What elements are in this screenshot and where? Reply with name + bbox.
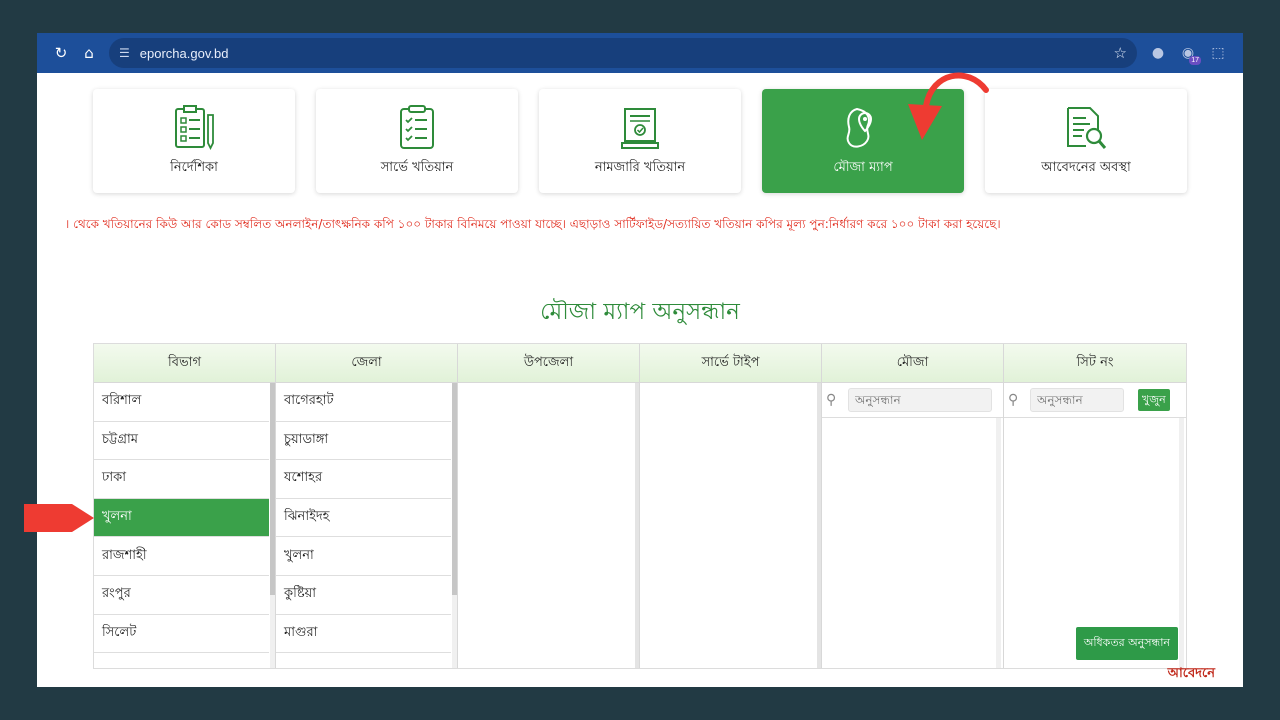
mouza-scrollbar[interactable]	[996, 418, 1001, 668]
sheet-search-input[interactable]	[1030, 388, 1124, 412]
upazila-column: উপজেলা	[458, 344, 640, 668]
card-label: নির্দেশিকা	[170, 159, 218, 175]
red-curved-arrow	[908, 72, 989, 140]
card-application-status[interactable]: আবেদনের অবস্থা	[985, 89, 1187, 193]
advanced-search-button[interactable]: অধিকতর অনুসন্ধান	[1075, 627, 1178, 660]
survey-type-column: সার্ভে টাইপ	[640, 344, 822, 668]
division-item-rajshahi[interactable]: রাজশাহী	[94, 537, 269, 576]
column-header-division: বিভাগ	[94, 344, 275, 383]
column-header-upazila: উপজেলা	[458, 344, 639, 383]
map-pin-icon	[841, 104, 885, 152]
notice-marquee: । থেকে খতিয়ানের কিউ আর কোড সম্বলিত অনলা…	[65, 217, 1001, 231]
mouza-panel: ⚲	[822, 383, 1003, 668]
site-settings-icon[interactable]: ☰	[119, 46, 130, 60]
checklist-icon	[398, 104, 436, 152]
card-label: সার্ভে খতিয়ান	[380, 159, 454, 175]
red-pointer-arrow	[24, 504, 94, 532]
division-list: বরিশাল চট্টগ্রাম ঢাকা খুলনা রাজশাহী রংপু…	[94, 383, 275, 668]
home-icon[interactable]: ⌂	[75, 39, 103, 67]
card-survey-khatian[interactable]: সার্ভে খতিয়ান	[316, 89, 518, 193]
extension-badge: 17	[1189, 56, 1201, 65]
district-list: বাগেরহাট চুয়াডাঙ্গা যশোহর ঝিনাইদহ খুলনা…	[276, 383, 457, 668]
service-cards: নির্দেশিকা সার্ভে খতিয়ান নামজারি খতিয়া…	[93, 89, 1187, 193]
district-item-bagerhat[interactable]: বাগেরহাট	[276, 383, 451, 422]
column-header-district: জেলা	[276, 344, 457, 383]
url-text: eporcha.gov.bd	[139, 45, 229, 61]
mouza-list	[822, 417, 1003, 668]
district-item-magura[interactable]: মাগুরা	[276, 614, 451, 654]
division-item-rangpur[interactable]: রংপুর	[94, 575, 269, 615]
card-label: নামজারি খতিয়ান	[594, 159, 686, 175]
sheet-column: সিট নং ⚲ খুজুন অধিকতর অনুসন্ধান	[1004, 344, 1186, 668]
column-header-survey-type: সার্ভে টাইপ	[640, 344, 821, 383]
district-item-jhenaidah[interactable]: ঝিনাইদহ	[276, 498, 451, 538]
page-content: নির্দেশিকা সার্ভে খতিয়ান নামজারি খতিয়া…	[65, 73, 1215, 687]
district-item-jashore[interactable]: যশোহর	[276, 460, 451, 499]
division-item-khulna[interactable]: খুলনা	[94, 498, 269, 538]
sheet-search-row: ⚲ খুজুন	[1004, 383, 1186, 417]
profile-extension-icon[interactable]: ◉ 17	[1173, 38, 1203, 68]
card-label: আবেদনের অবস্থা	[1041, 159, 1131, 175]
search-icon: ⚲	[826, 392, 837, 408]
mouza-map-search-table: বিভাগ বরিশাল চট্টগ্রাম ঢাকা খুলনা রাজশাহ…	[93, 343, 1187, 669]
mouza-search-row: ⚲	[822, 383, 1003, 417]
search-icon: ⚲	[1008, 392, 1019, 408]
district-item-khulna[interactable]: খুলনা	[276, 537, 451, 576]
scroll-thumb[interactable]	[270, 383, 275, 595]
browser-toolbar: ↻ ⌂ ☰ eporcha.gov.bd ☆ ● ◉ 17 ⬚	[37, 33, 1243, 73]
district-item-kushtia[interactable]: কুষ্টিয়া	[276, 575, 451, 615]
district-scrollbar[interactable]	[452, 383, 457, 668]
district-column: জেলা বাগেরহাট চুয়াডাঙ্গা যশোহর ঝিনাইদহ …	[276, 344, 458, 668]
mic-icon[interactable]: ●	[1143, 38, 1173, 68]
survey-type-list	[640, 383, 821, 668]
column-header-sheet-no: সিট নং	[1004, 344, 1186, 383]
division-item-chattogram[interactable]: চট্টগ্রাম	[94, 421, 269, 461]
card-namjari-khatian[interactable]: নামজারি খতিয়ান	[539, 89, 741, 193]
star-icon[interactable]: ☆	[1114, 44, 1127, 62]
card-guide[interactable]: নির্দেশিকা	[93, 89, 295, 193]
browser-window: ↻ ⌂ ☰ eporcha.gov.bd ☆ ● ◉ 17 ⬚ নির্দেশিক…	[37, 33, 1243, 687]
division-item-sylhet[interactable]: সিলেট	[94, 614, 269, 654]
extensions-icon[interactable]: ⬚	[1203, 38, 1233, 68]
sheet-scrollbar[interactable]	[1179, 418, 1184, 668]
division-item-barishal[interactable]: বরিশাল	[94, 383, 269, 422]
mouza-search-input[interactable]	[848, 388, 992, 412]
document-stamp-icon	[620, 104, 660, 152]
mouza-column: মৌজা ⚲	[822, 344, 1004, 668]
district-item-chuadanga[interactable]: চুয়াডাঙ্গা	[276, 421, 451, 461]
address-bar[interactable]: ☰ eporcha.gov.bd ☆	[109, 38, 1137, 68]
division-item-dhaka[interactable]: ঢাকা	[94, 460, 269, 499]
division-scrollbar[interactable]	[270, 383, 275, 668]
upazila-list	[458, 383, 639, 668]
apply-link[interactable]: আবেদনে	[1168, 664, 1215, 685]
reload-icon[interactable]: ↻	[47, 39, 75, 67]
card-label: মৌজা ম্যাপ	[833, 159, 893, 175]
column-header-mouza: মৌজা	[822, 344, 1003, 383]
page-title: মৌজা ম্যাপ অনুসন্ধান	[540, 299, 740, 325]
sheet-panel: ⚲ খুজুন অধিকতর অনুসন্ধান	[1004, 383, 1186, 668]
division-column: বিভাগ বরিশাল চট্টগ্রাম ঢাকা খুলনা রাজশাহ…	[94, 344, 276, 668]
scroll-thumb[interactable]	[452, 383, 457, 595]
document-search-icon	[1064, 104, 1108, 152]
find-button[interactable]: খুজুন	[1138, 389, 1170, 411]
clipboard-list-icon	[173, 104, 215, 152]
